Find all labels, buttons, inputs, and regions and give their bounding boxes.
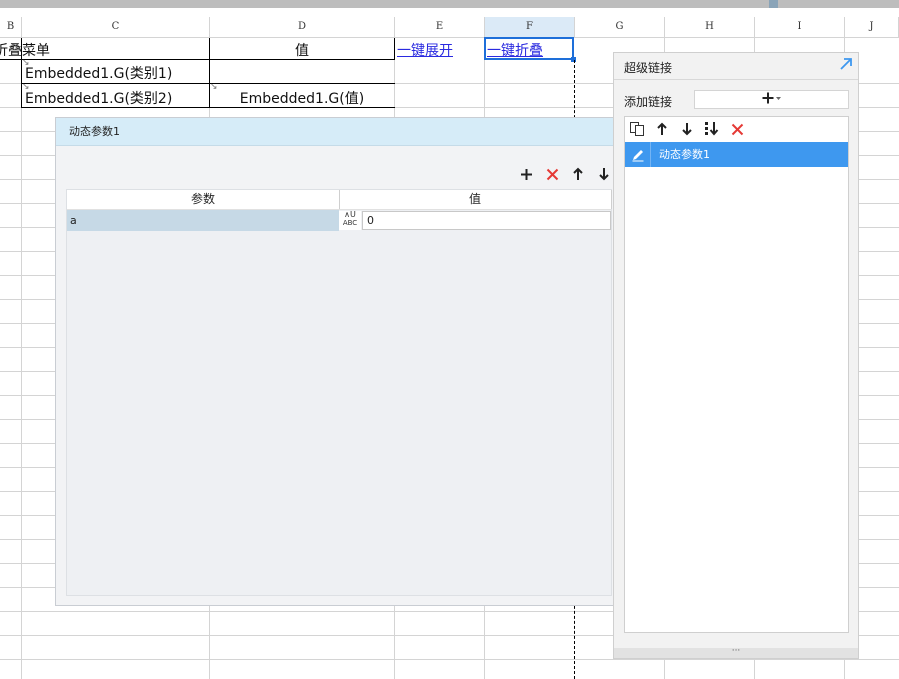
- arrow-up-icon[interactable]: [570, 166, 586, 182]
- column-header-c[interactable]: C: [22, 17, 210, 38]
- column-header-b[interactable]: B: [0, 17, 22, 38]
- list-item[interactable]: 动态参数1: [625, 142, 848, 167]
- column-header-g[interactable]: G: [575, 17, 665, 38]
- param-table-area: 参数 值 a ∧U ABC 0: [66, 189, 612, 596]
- expand-all-link[interactable]: 一键展开: [397, 40, 453, 60]
- top-scroll-area: [0, 0, 899, 8]
- grid-line: [21, 38, 22, 679]
- resize-grip[interactable]: ···: [614, 647, 858, 658]
- dialog-title: 动态参数1: [56, 118, 624, 146]
- arrow-down-icon[interactable]: [596, 166, 612, 182]
- table-row[interactable]: a ∧U ABC 0: [67, 210, 611, 231]
- cell-d3[interactable]: Embedded1.G(值): [210, 88, 394, 108]
- hyperlink-list: 动态参数1: [624, 116, 849, 633]
- add-link-label: 添加链接: [624, 95, 673, 109]
- expand-arrow-icon[interactable]: [839, 57, 853, 71]
- dynamic-param-dialog: 动态参数1 参数 值 a ∧U ABC 0: [55, 117, 625, 606]
- close-red-icon[interactable]: [544, 166, 560, 182]
- selected-cell-f1[interactable]: [484, 37, 576, 62]
- close-red-icon[interactable]: [729, 121, 745, 137]
- param-toolbar: [518, 166, 612, 182]
- pencil-icon[interactable]: [625, 142, 651, 167]
- hyperlink-panel-title: 超级链接: [624, 61, 673, 75]
- list-item-label: 动态参数1: [659, 148, 710, 161]
- column-header-i[interactable]: I: [755, 17, 845, 38]
- param-name-cell[interactable]: a: [67, 210, 339, 231]
- header-param: 参数: [67, 190, 340, 209]
- cell-d1[interactable]: 值: [210, 40, 394, 60]
- arrow-down-icon[interactable]: [679, 121, 695, 137]
- cell-b1[interactable]: 折叠菜单: [0, 40, 204, 60]
- type-text: ABC: [342, 219, 358, 227]
- cell-c2[interactable]: Embedded1.G(类别1): [25, 63, 172, 83]
- column-header-h[interactable]: H: [665, 17, 755, 38]
- plus-icon[interactable]: [518, 166, 534, 182]
- header-value: 值: [339, 190, 612, 209]
- grid-line: [0, 659, 899, 660]
- add-link-button[interactable]: [694, 90, 849, 109]
- scroll-thumb[interactable]: [769, 0, 778, 8]
- arrow-up-icon[interactable]: [654, 121, 670, 137]
- move-to-bottom-icon[interactable]: [704, 121, 720, 137]
- abc-type-icon[interactable]: ∧U ABC: [339, 211, 361, 230]
- cell-border: [394, 38, 395, 60]
- column-header-d[interactable]: D: [210, 17, 395, 38]
- column-header-e[interactable]: E: [395, 17, 485, 38]
- param-table-header: 参数 值: [67, 190, 612, 210]
- hyperlink-panel: 超级链接 添加链接 动态参数1 ···: [613, 52, 859, 659]
- copy-icon[interactable]: [629, 121, 645, 137]
- hyperlink-toolbar: [629, 121, 745, 137]
- column-header-j[interactable]: J: [845, 17, 899, 38]
- param-value-input[interactable]: 0: [362, 211, 611, 230]
- divider: [614, 79, 858, 80]
- cell-c3[interactable]: Embedded1.G(类别2): [25, 88, 172, 108]
- column-header-f[interactable]: F: [485, 17, 575, 38]
